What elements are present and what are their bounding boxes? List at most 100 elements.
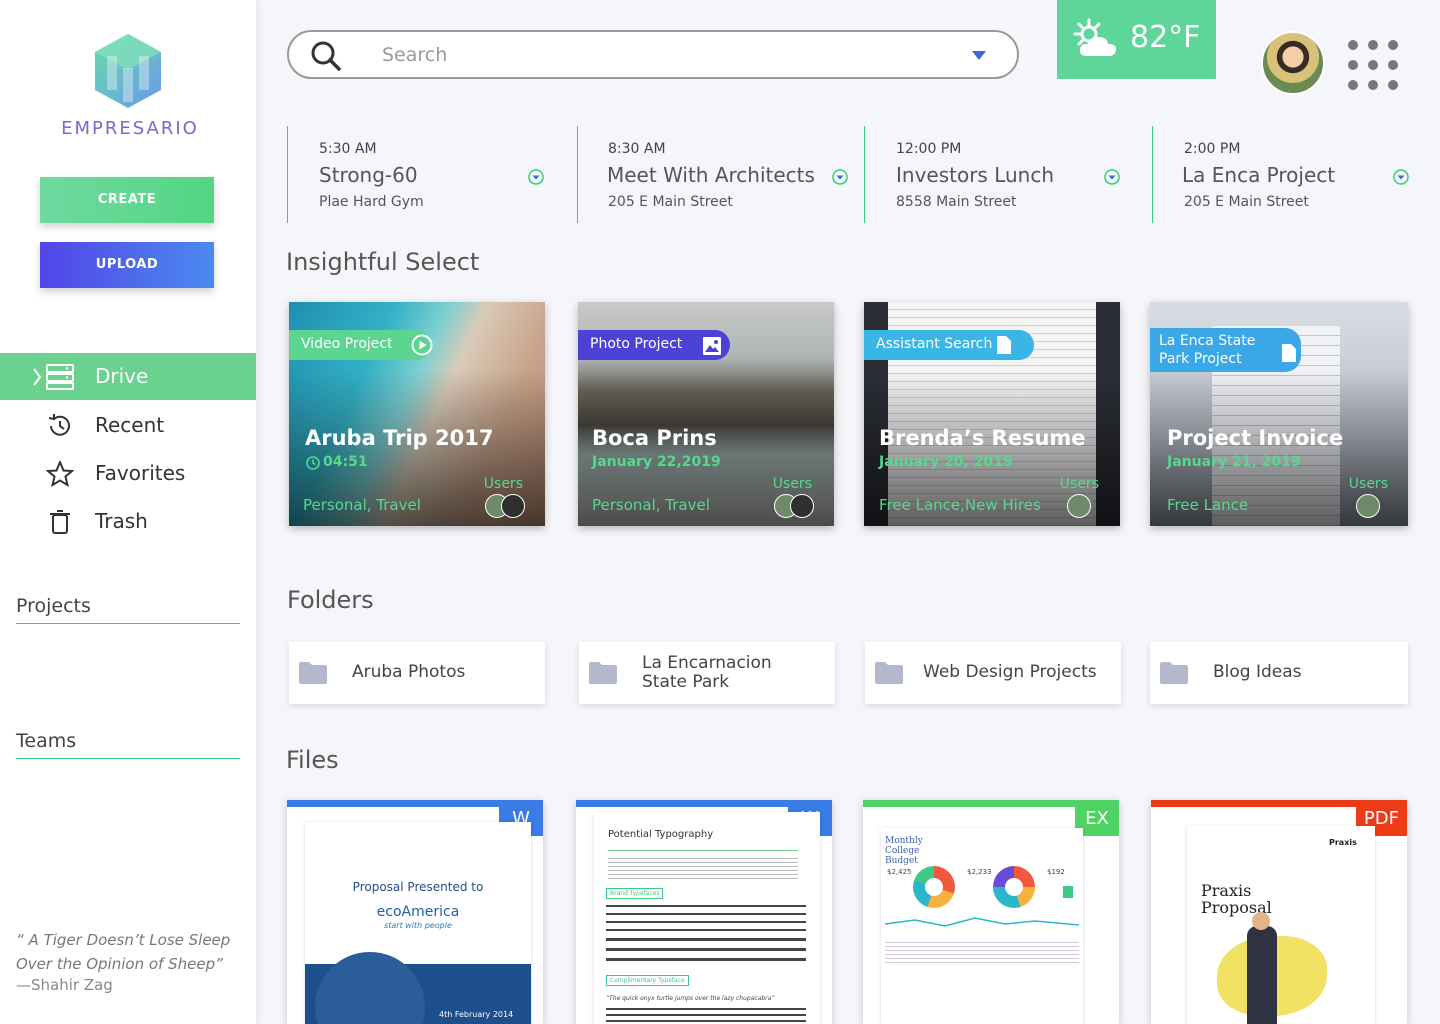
event-item[interactable]: 8:30 AM Meet With Architects 205 E Main … [577,126,849,223]
chevron-down-circle-icon[interactable] [1104,169,1120,185]
card-date: January 21, 2019 [1167,454,1301,470]
upload-button[interactable]: UPLOAD [40,242,214,288]
folder-name: La Encarnacion State Park [642,654,772,692]
search-icon [311,41,341,71]
file-item[interactable]: PDF Praxis Proposal Praxis [1151,800,1407,1024]
card-tag-line: Park Project [1159,351,1242,367]
preview-stat: $192 [1047,868,1065,876]
file-preview: Proposal Presented to ecoAmerica start w… [305,822,531,1024]
nav-item-drive[interactable]: Drive [0,353,256,400]
card-date: January 20, 2019 [879,454,1013,470]
trash-icon [50,510,70,534]
nav-item-trash[interactable]: Trash [0,498,256,545]
file-preview: Praxis Proposal Praxis [1187,826,1375,1024]
image-icon[interactable] [702,336,722,356]
quote-text: “ A Tiger Doesn’t Lose Sleep Over the Op… [16,931,231,973]
preview-title: Monthly College Budget [885,836,923,866]
event-item[interactable]: 5:30 AM Strong-60 Plae Hard Gym [287,126,563,223]
event-location: 205 E Main Street [608,194,733,210]
preview-stat: $2,425 [887,868,912,876]
event-item[interactable]: 2:00 PM La Enca Project 205 E Main Stree… [1152,126,1424,223]
folders-heading: Folders [287,586,374,614]
preview-stat: $2,233 [967,868,992,876]
clock-icon [306,456,320,470]
chevron-down-circle-icon[interactable] [1393,169,1409,185]
file-item[interactable]: W Potential Typography Brand Typefaces C… [576,800,832,1024]
folder-item[interactable]: La Encarnacion State Park [579,642,835,704]
folder-icon [875,662,903,684]
preview-subtitle: start with people [384,921,452,930]
preview-line-chart [885,917,1079,927]
nav-item-recent[interactable]: Recent [0,402,256,449]
preview-brand: ecoAmerica [376,904,460,920]
document-icon[interactable] [996,335,1012,355]
folder-item[interactable]: Blog Ideas [1150,642,1408,704]
card-duration: 04:51 [323,454,368,470]
nav-label: Recent [95,413,165,437]
file-preview: Potential Typography Brand Typefaces Com… [594,812,820,1024]
user-avatar[interactable] [1067,494,1091,518]
card-tag-line: La Enca State [1159,333,1256,349]
preview-title: Potential Typography [608,829,714,840]
folder-item[interactable]: Aruba Photos [289,642,545,704]
event-title: Investors Lunch [896,163,1055,187]
insight-card[interactable]: Video Project Aruba Trip 2017 04:51 Pers… [289,302,545,526]
insight-card[interactable]: La Enca State Park Project Project Invoi… [1150,302,1408,526]
play-circle-icon[interactable] [411,334,433,356]
card-tags: Free Lance,New Hires [879,496,1041,514]
teams-section-title[interactable]: Teams [16,730,240,759]
card-users-label: Users [483,476,523,492]
chevron-down-circle-icon[interactable] [832,169,848,185]
files-heading: Files [286,746,339,774]
user-avatar[interactable] [1261,31,1325,95]
card-title: Brenda’s Resume [879,426,1086,450]
create-button[interactable]: CREATE [40,177,214,223]
preview-title: Praxis Proposal [1201,881,1272,917]
search-bar[interactable]: Search [287,30,1019,79]
empresario-logo [95,34,161,108]
event-item[interactable]: 12:00 PM Investors Lunch 8558 Main Stree… [864,126,1140,223]
card-tag: La Enca State Park Project [1150,328,1302,372]
event-title: Strong-60 [319,163,418,187]
sidebar: EMPRESARIO CREATE UPLOAD Drive Recent Fa… [0,0,256,1024]
user-avatar[interactable] [790,494,814,518]
projects-section-title[interactable]: Projects [16,595,240,624]
folder-icon [299,662,327,684]
document-icon[interactable] [1281,343,1297,363]
star-icon [46,461,74,487]
event-title: La Enca Project [1182,163,1336,187]
card-users-label: Users [1348,476,1388,492]
user-avatar[interactable] [501,494,525,518]
quote-author: —Shahir Zag [16,976,113,994]
event-time: 5:30 AM [319,141,377,157]
nav-label: Trash [95,509,148,533]
chevron-down-circle-icon[interactable] [528,169,544,185]
card-tags: Personal, Travel [303,496,421,514]
nav-item-favorites[interactable]: Favorites [0,450,256,497]
insight-card[interactable]: Photo Project Boca Prins January 22,2019… [578,302,834,526]
file-item[interactable]: EX Monthly College Budget $2,425 $2,233 … [863,800,1119,1024]
user-avatar[interactable] [1356,494,1380,518]
preview-sample: “The quick onyx turtle jumps over the la… [606,995,775,1002]
history-icon [48,414,70,436]
card-tags: Free Lance [1167,496,1249,514]
event-time: 2:00 PM [1184,141,1241,157]
weather-widget[interactable]: 82°F [1057,0,1216,79]
apps-grid-icon[interactable] [1346,38,1400,92]
event-time: 8:30 AM [608,141,666,157]
card-users-label: Users [1059,476,1099,492]
card-title: Aruba Trip 2017 [305,426,494,450]
file-item[interactable]: W Proposal Presented to ecoAmerica start… [287,800,543,1024]
nav-label: Favorites [95,461,186,485]
folder-item[interactable]: Web Design Projects [865,642,1121,704]
insight-card[interactable]: Assistant Search Brenda’s Resume January… [864,302,1120,526]
preview-title: Proposal Presented to [352,880,484,894]
search-input[interactable]: Search [382,44,447,66]
folder-name: Web Design Projects [923,662,1097,682]
temperature: 82°F [1130,20,1201,55]
card-title: Project Invoice [1167,426,1344,450]
event-location: Plae Hard Gym [319,194,424,210]
event-title: Meet With Architects [607,163,815,187]
event-time: 12:00 PM [896,141,962,157]
dropdown-arrow-icon[interactable] [972,51,986,61]
